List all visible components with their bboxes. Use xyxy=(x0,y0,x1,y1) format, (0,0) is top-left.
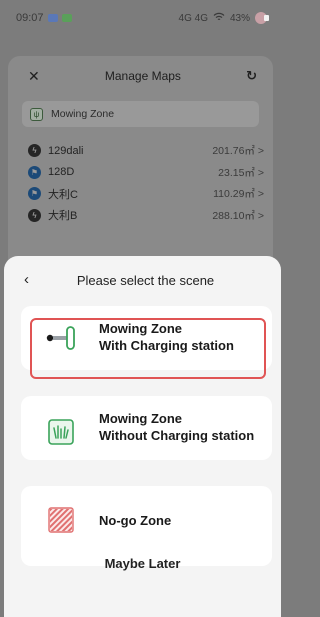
map-name: 128D xyxy=(48,166,75,179)
zone-label: Mowing Zone xyxy=(51,108,115,120)
sheet-header: ‹ Please select the scene xyxy=(4,268,281,292)
app-notification-icon xyxy=(61,14,72,22)
grass-icon: ψ xyxy=(30,107,43,121)
wifi-icon xyxy=(213,12,225,25)
option-mowing-zone-with-charging[interactable]: Mowing Zone With Charging station xyxy=(21,306,272,370)
status-bar: 09:07 4G 4G 43% xyxy=(0,0,281,36)
refresh-icon[interactable]: ↻ xyxy=(246,68,257,84)
map-item[interactable]: ϟ 大利B 288.10㎡ > xyxy=(28,205,264,227)
option-title: Mowing Zone xyxy=(99,321,183,336)
bolt-icon: ϟ xyxy=(28,208,41,222)
map-area: 201.76㎡ xyxy=(212,145,255,158)
option-mowing-zone-without-charging[interactable]: Mowing Zone Without Charging station xyxy=(21,396,272,460)
scene-select-sheet: ‹ Please select the scene Mowing Zone Wi… xyxy=(4,256,281,617)
map-name: 大利B xyxy=(48,210,78,223)
chevron-right-icon: > xyxy=(257,145,264,158)
flag-icon: ⚑ xyxy=(28,187,41,201)
option-no-go-zone[interactable]: No-go Zone xyxy=(21,486,272,566)
chevron-right-icon: > xyxy=(257,209,264,222)
maybe-later-button[interactable]: Maybe Later xyxy=(4,556,281,571)
map-area: 110.29㎡ xyxy=(213,188,255,201)
map-name: 大利C xyxy=(48,188,78,201)
option-subtitle: With Charging station xyxy=(99,338,234,353)
option-subtitle: Without Charging station xyxy=(99,428,255,443)
battery-icon xyxy=(255,12,269,24)
notification-icon xyxy=(47,14,58,22)
map-area: 288.10㎡ xyxy=(212,209,255,222)
signal-icon: 4G 4G xyxy=(178,12,208,24)
back-chevron-icon[interactable]: ‹ xyxy=(24,271,29,288)
charging-station-icon xyxy=(46,326,75,350)
bolt-icon: ϟ xyxy=(28,144,41,158)
mowing-zone-group[interactable]: ψ Mowing Zone xyxy=(22,101,259,127)
no-go-zone-icon xyxy=(48,507,74,533)
close-icon[interactable]: ✕ xyxy=(28,68,40,85)
chevron-right-icon: > xyxy=(257,188,264,201)
sheet-title: Please select the scene xyxy=(76,272,215,288)
map-item[interactable]: ⚑ 大利C 110.29㎡ > xyxy=(28,183,264,205)
map-item[interactable]: ϟ 129dali 201.76㎡ > xyxy=(28,140,264,162)
option-title: Mowing Zone xyxy=(99,411,183,426)
map-area: 23.15㎡ xyxy=(218,166,255,179)
manage-maps-title: Manage Maps xyxy=(104,69,181,83)
battery-level: 43% xyxy=(229,12,250,24)
manage-maps-header: ✕ Manage Maps ↻ xyxy=(8,62,273,90)
flag-icon: ⚑ xyxy=(28,165,41,179)
map-list: ϟ 129dali 201.76㎡ > ⚑ 128D 23.15㎡ > ⚑ 大利… xyxy=(28,140,264,226)
grass-icon xyxy=(48,419,74,445)
option-title: No-go Zone xyxy=(99,513,172,528)
chevron-right-icon: > xyxy=(257,166,264,179)
map-name: 129dali xyxy=(48,144,84,157)
status-time: 09:07 xyxy=(16,12,44,24)
map-item[interactable]: ⚑ 128D 23.15㎡ > xyxy=(28,162,264,184)
